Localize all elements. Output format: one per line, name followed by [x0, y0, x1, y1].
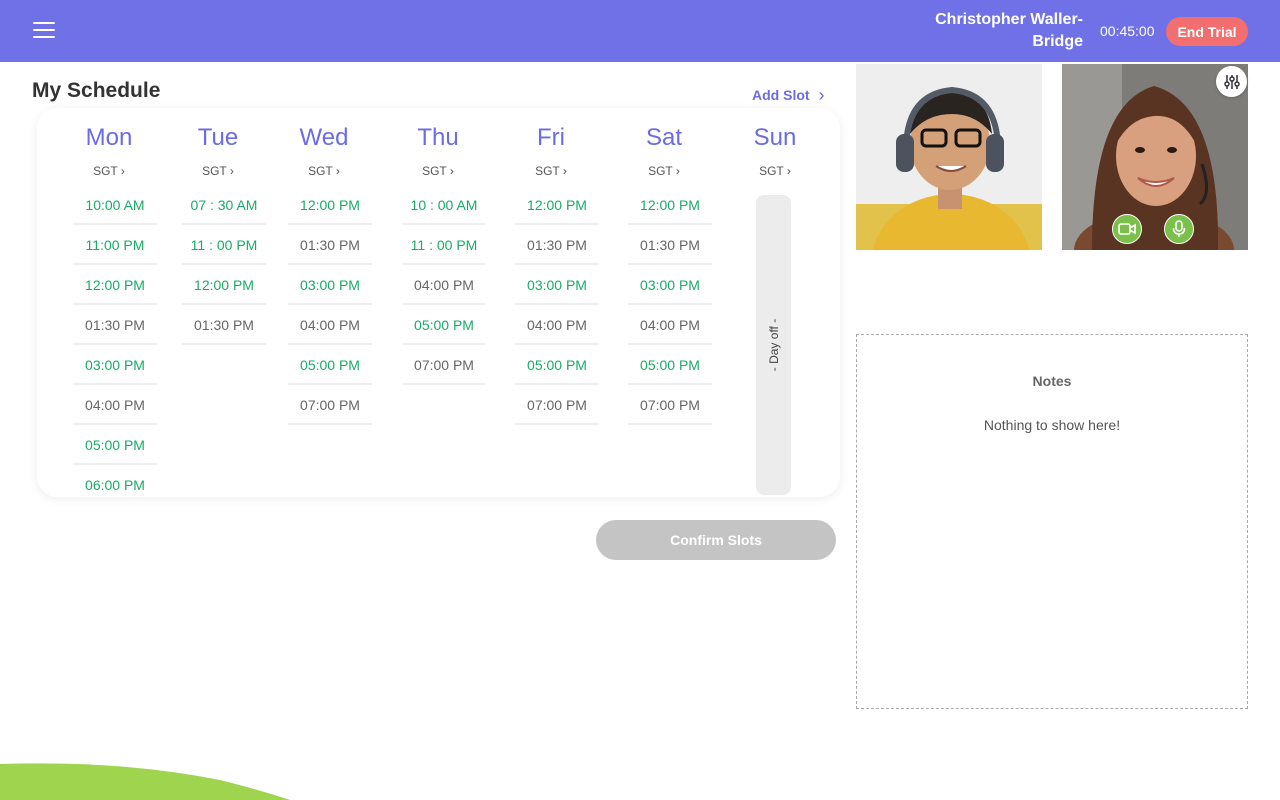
timezone-label: SGT — [93, 164, 118, 178]
time-slot[interactable]: 07:00 PM — [402, 345, 486, 385]
time-slot[interactable]: 12:00 PM — [182, 265, 266, 305]
timezone-selector[interactable]: SGT › — [727, 164, 823, 178]
time-slot[interactable]: 05:00 PM — [628, 345, 712, 385]
time-slot[interactable]: 04:00 PM — [402, 265, 486, 305]
time-slot[interactable]: 07:00 PM — [288, 385, 372, 425]
microphone-icon[interactable] — [1164, 214, 1194, 244]
day-name: Tue — [197, 124, 239, 151]
decorative-wave — [0, 763, 290, 800]
time-slot[interactable]: 10 : 00 AM — [402, 185, 486, 225]
student-video-feed — [856, 64, 1042, 250]
notes-empty-text: Nothing to show here! — [983, 417, 1121, 433]
timezone-selector[interactable]: SGT › — [503, 164, 599, 178]
time-slot[interactable]: 03:00 PM — [628, 265, 712, 305]
chevron-right-icon: › — [117, 164, 125, 178]
end-trial-button[interactable]: End Trial — [1166, 17, 1248, 46]
time-slot[interactable]: 01:30 PM — [288, 225, 372, 265]
time-slot[interactable]: 05:00 PM — [515, 345, 599, 385]
timezone-selector[interactable]: SGT › — [390, 164, 486, 178]
user-name: Christopher Waller-Bridge — [935, 11, 1083, 50]
time-slot[interactable]: 04:00 PM — [73, 385, 157, 425]
timezone-selector[interactable]: SGT › — [276, 164, 372, 178]
notes-panel: Notes Nothing to show here! — [856, 334, 1248, 709]
time-slot[interactable]: 05:00 PM — [288, 345, 372, 385]
time-slot[interactable]: 03:00 PM — [73, 345, 157, 385]
timezone-selector[interactable]: SGT › — [170, 164, 266, 178]
time-slot[interactable]: 05:00 PM — [73, 425, 157, 465]
timezone-label: SGT — [759, 164, 784, 178]
add-slot-label: Add Slot — [752, 87, 810, 103]
day-off-bar: - Day off - — [756, 195, 791, 495]
student-video-image — [856, 64, 1042, 250]
time-slot[interactable]: 10:00 AM — [73, 185, 157, 225]
notes-title: Notes — [1032, 373, 1072, 389]
time-slot[interactable]: 01:30 PM — [515, 225, 599, 265]
time-slot[interactable]: 06:00 PM — [73, 465, 157, 497]
day-off-label: - Day off - — [766, 318, 781, 372]
day-name: Fri — [537, 124, 565, 151]
timezone-label: SGT — [308, 164, 333, 178]
time-slot[interactable]: 04:00 PM — [288, 305, 372, 345]
session-timer: 00:45:00 — [1100, 23, 1155, 39]
timezone-label: SGT — [535, 164, 560, 178]
chevron-right-icon: › — [226, 164, 234, 178]
time-slot[interactable]: 07:00 PM — [628, 385, 712, 425]
day-name: Sat — [645, 124, 683, 151]
hamburger-menu-icon[interactable] — [33, 22, 55, 40]
time-slot[interactable]: 03:00 PM — [515, 265, 599, 305]
time-slot[interactable]: 01:30 PM — [628, 225, 712, 265]
timezone-label: SGT — [422, 164, 447, 178]
chevron-right-icon: › — [783, 164, 791, 178]
time-slot[interactable]: 12:00 PM — [515, 185, 599, 225]
day-name: Sun — [753, 124, 797, 151]
day-name: Wed — [299, 124, 349, 151]
page-title: My Schedule — [32, 79, 161, 102]
day-name: Mon — [85, 124, 133, 151]
time-slot[interactable]: 01:30 PM — [73, 305, 157, 345]
chevron-right-icon: › — [559, 164, 567, 178]
chevron-right-icon: › — [672, 164, 680, 178]
top-bar: Christopher Waller-Bridge 00:45:00 End T… — [0, 0, 1280, 62]
sliders-settings-icon[interactable] — [1216, 66, 1247, 97]
time-slot[interactable]: 01:30 PM — [182, 305, 266, 345]
timezone-selector[interactable]: SGT › — [616, 164, 712, 178]
timezone-selector[interactable]: SGT › — [61, 164, 157, 178]
time-slot[interactable]: 11 : 00 PM — [402, 225, 486, 265]
add-slot-link[interactable]: Add Slot › — [752, 85, 825, 105]
chevron-right-icon: › — [818, 85, 825, 105]
chevron-right-icon: › — [332, 164, 340, 178]
time-slot[interactable]: 04:00 PM — [628, 305, 712, 345]
chevron-right-icon: › — [446, 164, 454, 178]
time-slot[interactable]: 11 : 00 PM — [182, 225, 266, 265]
day-name: Thu — [417, 124, 459, 151]
schedule-card: - Day off - Mon SGT › 10:00 AM 11:00 PM 12:0… — [37, 108, 840, 497]
time-slot[interactable]: 04:00 PM — [515, 305, 599, 345]
confirm-slots-button[interactable]: Confirm Slots — [596, 520, 836, 560]
time-slot[interactable]: 11:00 PM — [73, 225, 157, 265]
time-slot[interactable]: 03:00 PM — [288, 265, 372, 305]
time-slot[interactable]: 12:00 PM — [288, 185, 372, 225]
timezone-label: SGT — [648, 164, 673, 178]
time-slot[interactable]: 12:00 PM — [73, 265, 157, 305]
timezone-label: SGT — [202, 164, 227, 178]
time-slot[interactable]: 07:00 PM — [515, 385, 599, 425]
time-slot[interactable]: 05:00 PM — [402, 305, 486, 345]
video-camera-icon[interactable] — [1112, 214, 1142, 244]
time-slot[interactable]: 07 : 30 AM — [182, 185, 266, 225]
time-slot[interactable]: 12:00 PM — [628, 185, 712, 225]
